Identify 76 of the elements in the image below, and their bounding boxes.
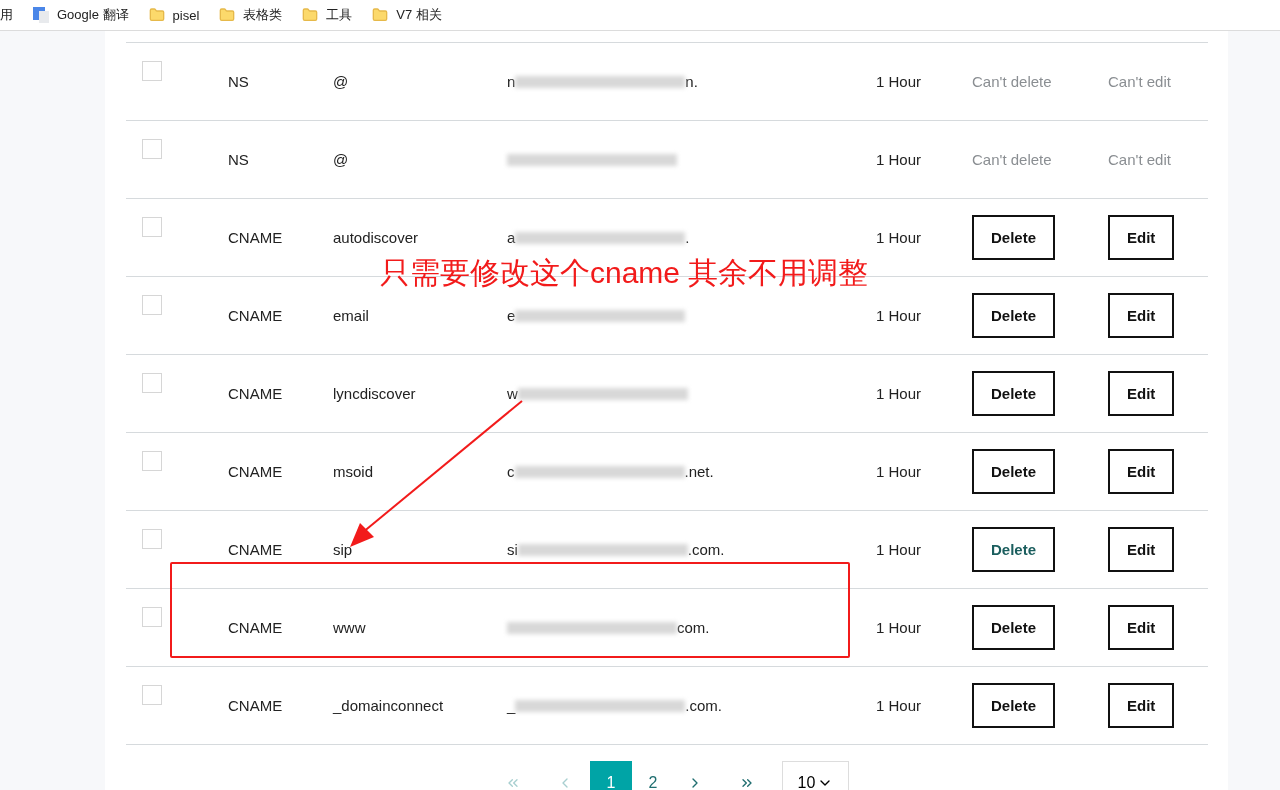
record-type: CNAME xyxy=(228,697,284,714)
edit-button[interactable]: Edit xyxy=(1108,293,1175,338)
record-value: c .net. xyxy=(507,463,714,480)
record-type: NS xyxy=(228,151,250,168)
bookmark[interactable]: pisel xyxy=(148,7,200,23)
edit-disabled-text: Can't edit xyxy=(1108,73,1172,90)
delete-button[interactable]: Delete xyxy=(972,449,1056,494)
record-ttl: 1 Hour xyxy=(876,697,923,714)
page-button[interactable]: 2 xyxy=(632,761,674,790)
edit-button[interactable]: Edit xyxy=(1108,605,1175,650)
record-value: com. xyxy=(507,619,710,636)
row-checkbox[interactable] xyxy=(142,295,162,315)
delete-button[interactable]: Delete xyxy=(972,605,1056,650)
row-checkbox[interactable] xyxy=(142,529,162,549)
record-name: _domainconnect xyxy=(333,697,445,714)
edit-button[interactable]: Edit xyxy=(1108,371,1175,416)
record-value: _ .com. xyxy=(507,697,723,714)
edit-button[interactable]: Edit xyxy=(1108,527,1175,572)
record-name: msoid xyxy=(333,463,374,480)
record-value: n n. xyxy=(507,73,698,90)
record-ttl: 1 Hour xyxy=(876,229,923,246)
folder-icon xyxy=(302,7,319,23)
record-type: CNAME xyxy=(228,307,284,324)
delete-button[interactable]: Delete xyxy=(972,293,1056,338)
delete-button[interactable]: Delete xyxy=(972,527,1056,572)
row-checkbox[interactable] xyxy=(142,685,162,705)
translate-icon xyxy=(33,7,49,23)
record-name: lyncdiscover xyxy=(333,385,417,402)
row-checkbox[interactable] xyxy=(142,139,162,159)
delete-button[interactable]: Delete xyxy=(972,683,1056,728)
edit-button[interactable]: Edit xyxy=(1108,683,1175,728)
record-type: CNAME xyxy=(228,619,284,636)
record-type: CNAME xyxy=(228,541,284,558)
record-ttl: 1 Hour xyxy=(876,619,923,636)
record-name: autodiscover xyxy=(333,229,420,246)
row-checkbox[interactable] xyxy=(142,607,162,627)
record-ttl: 1 Hour xyxy=(876,73,923,90)
annotation-text: 只需要修改这个cname 其余不用调整 xyxy=(380,255,869,291)
bookmark[interactable]: V7 相关 xyxy=(372,6,442,24)
record-ttl: 1 Hour xyxy=(876,463,923,480)
record-type: NS xyxy=(228,73,250,90)
record-value: a . xyxy=(507,229,690,246)
folder-icon xyxy=(372,7,389,23)
record-ttl: 1 Hour xyxy=(876,541,923,558)
delete-disabled-text: Can't delete xyxy=(972,151,1053,168)
record-ttl: 1 Hour xyxy=(876,385,923,402)
record-type: CNAME xyxy=(228,229,284,246)
record-value: si .com. xyxy=(507,541,725,558)
record-type: CNAME xyxy=(228,385,284,402)
record-name: @ xyxy=(333,151,350,168)
edit-button[interactable]: Edit xyxy=(1108,215,1175,260)
record-ttl: 1 Hour xyxy=(876,151,923,168)
folder-icon xyxy=(219,7,236,23)
delete-disabled-text: Can't delete xyxy=(972,73,1053,90)
edit-disabled-text: Can't edit xyxy=(1108,151,1172,168)
record-value: w xyxy=(507,385,688,402)
record-type: CNAME xyxy=(228,463,284,480)
bookmark[interactable]: 用 xyxy=(0,6,13,24)
bookmark[interactable]: Google 翻译 xyxy=(33,6,129,24)
page-size-select[interactable]: 10 xyxy=(782,761,849,790)
bookmark[interactable]: 工具 xyxy=(302,6,353,24)
row-checkbox[interactable] xyxy=(142,373,162,393)
edit-button[interactable]: Edit xyxy=(1108,449,1175,494)
delete-button[interactable]: Delete xyxy=(972,215,1056,260)
folder-icon xyxy=(148,7,165,23)
record-name: sip xyxy=(333,541,354,558)
record-name: www xyxy=(333,619,367,636)
row-checkbox[interactable] xyxy=(142,61,162,81)
record-ttl: 1 Hour xyxy=(876,307,923,324)
record-value: e xyxy=(507,307,686,324)
record-name: email xyxy=(333,307,370,324)
bookmark[interactable]: 表格类 xyxy=(219,6,283,24)
record-name: @ xyxy=(333,73,350,90)
row-checkbox[interactable] xyxy=(142,217,162,237)
delete-button[interactable]: Delete xyxy=(972,371,1056,416)
row-checkbox[interactable] xyxy=(142,451,162,471)
